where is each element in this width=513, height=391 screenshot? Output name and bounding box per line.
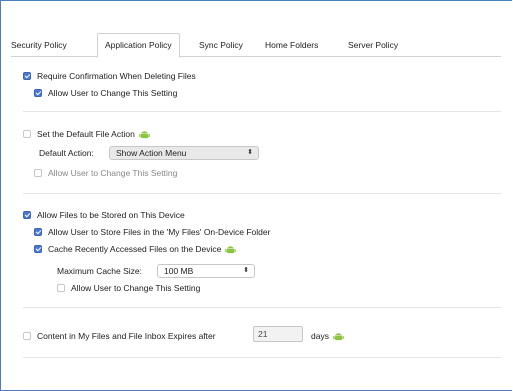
- store-files-label: Allow Files to be Stored on This Device: [37, 210, 185, 220]
- android-icon: [139, 131, 150, 139]
- default-action-field-label: Default Action:: [39, 148, 94, 158]
- tab-sync-policy[interactable]: Sync Policy: [199, 36, 243, 56]
- cache-allow-row[interactable]: Allow User to Change This Setting: [57, 282, 200, 294]
- default-action-checkbox[interactable]: [23, 130, 31, 138]
- cache-checkbox[interactable]: [34, 245, 42, 253]
- tab-server-policy[interactable]: Server Policy: [348, 36, 398, 56]
- default-action-section: [23, 111, 501, 194]
- cache-row[interactable]: Cache Recently Accessed Files on the Dev…: [34, 243, 237, 255]
- confirm-delete-allow-checkbox[interactable]: [34, 89, 42, 97]
- default-action-allow-checkbox[interactable]: [34, 169, 42, 177]
- expiry-days-input[interactable]: 21: [253, 326, 303, 342]
- default-action-allow-label: Allow User to Change This Setting: [48, 168, 178, 178]
- my-files-row[interactable]: Allow User to Store Files in the 'My Fil…: [34, 226, 270, 238]
- cache-size-label: Maximum Cache Size:: [57, 266, 143, 276]
- cache-size-select[interactable]: 100 MB ⬍: [157, 264, 255, 278]
- default-action-label: Set the Default File Action: [37, 129, 135, 139]
- expiry-checkbox[interactable]: [23, 332, 31, 340]
- android-icon: [333, 333, 344, 341]
- cache-allow-checkbox[interactable]: [57, 284, 65, 292]
- my-files-checkbox[interactable]: [34, 228, 42, 236]
- confirm-delete-checkbox[interactable]: [23, 72, 31, 80]
- store-files-checkbox[interactable]: [23, 211, 31, 219]
- default-action-select[interactable]: Show Action Menu ⬍: [109, 146, 259, 160]
- confirm-delete-allow-row[interactable]: Allow User to Change This Setting: [34, 87, 177, 99]
- expiry-row[interactable]: Content in My Files and File Inbox Expir…: [23, 330, 216, 342]
- updown-arrows-icon: ⬍: [243, 267, 249, 274]
- default-action-allow-row[interactable]: Allow User to Change This Setting: [34, 167, 177, 179]
- expiry-label: Content in My Files and File Inbox Expir…: [37, 331, 216, 341]
- policy-panel: Security Policy Application Policy Sync …: [0, 0, 512, 391]
- tab-home-folders[interactable]: Home Folders: [265, 36, 318, 56]
- updown-arrows-icon: ⬍: [247, 149, 253, 156]
- default-action-row[interactable]: Set the Default File Action: [23, 128, 150, 140]
- cache-label: Cache Recently Accessed Files on the Dev…: [48, 244, 222, 254]
- store-files-row[interactable]: Allow Files to be Stored on This Device: [23, 209, 185, 221]
- android-icon: [225, 246, 237, 254]
- cache-size-selected-value: 100 MB: [164, 266, 194, 276]
- cache-allow-label: Allow User to Change This Setting: [71, 283, 201, 293]
- confirm-delete-allow-label: Allow User to Change This Setting: [48, 88, 178, 98]
- tab-bar: Security Policy Application Policy Sync …: [11, 32, 501, 58]
- expiry-days-unit: days: [311, 331, 329, 341]
- confirm-delete-label: Require Confirmation When Deleting Files: [37, 71, 196, 81]
- expiry-days-value: 21: [258, 329, 268, 339]
- my-files-label: Allow User to Store Files in the 'My Fil…: [48, 227, 271, 237]
- tab-application-policy[interactable]: Application Policy: [97, 33, 180, 58]
- tab-security-policy[interactable]: Security Policy: [11, 36, 67, 56]
- confirm-delete-row[interactable]: Require Confirmation When Deleting Files: [23, 70, 196, 82]
- default-action-selected-value: Show Action Menu: [116, 148, 187, 158]
- expiry-unit-row: days: [311, 330, 344, 342]
